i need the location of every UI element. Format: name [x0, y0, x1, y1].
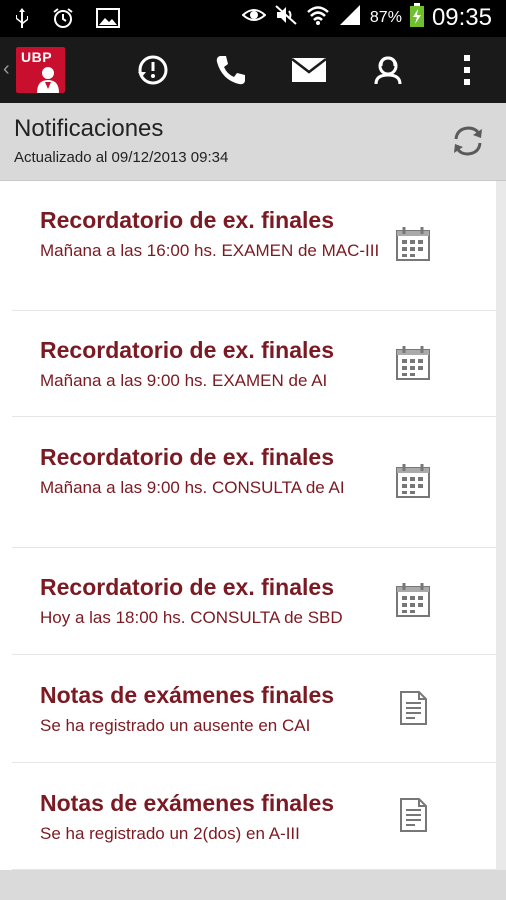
status-bar: 87% 09:35	[0, 0, 506, 37]
back-chevron-icon[interactable]: ‹	[3, 58, 10, 81]
list-item[interactable]: Notas de exámenes finales Se ha registra…	[12, 763, 496, 870]
app-logo[interactable]: UBP	[16, 47, 65, 93]
calendar-icon	[395, 345, 431, 381]
action-bar: ‹ UBP	[0, 37, 506, 103]
mute-icon	[274, 4, 298, 31]
list-item[interactable]: Notas de exámenes finales Se ha registra…	[12, 655, 496, 763]
eye-icon	[241, 5, 267, 30]
notifications-header: Notificaciones Actualizado al 09/12/2013…	[0, 103, 506, 181]
notifications-history-icon[interactable]	[134, 51, 172, 89]
notification-title: Recordatorio de ex. finales	[40, 337, 334, 363]
notification-body: Mañana a las 9:00 hs. EXAMEN de AI	[40, 371, 328, 390]
list-item[interactable]: Recordatorio de ex. finales Mañana a las…	[12, 181, 496, 311]
battery-percent: 87%	[369, 8, 402, 26]
notification-body: Hoy a las 18:00 hs. CONSULTA de SBD	[40, 608, 343, 627]
clock: 09:35	[431, 3, 492, 31]
notifications-list: Recordatorio de ex. finales Mañana a las…	[0, 181, 496, 870]
list-item[interactable]: Recordatorio de ex. finales Mañana a las…	[12, 311, 496, 417]
signal-icon	[338, 4, 362, 31]
usb-icon	[14, 7, 30, 34]
list-footer-area	[0, 870, 506, 900]
notification-body: Mañana a las 16:00 hs. EXAMEN de MAC-III	[40, 241, 380, 260]
notification-body: Mañana a las 9:00 hs. CONSULTA de AI	[40, 478, 345, 497]
calendar-icon	[395, 226, 431, 262]
document-icon	[395, 797, 431, 833]
student-logo-icon	[37, 67, 59, 93]
notification-title: Notas de exámenes finales	[40, 682, 335, 708]
mail-icon[interactable]	[290, 51, 328, 89]
notification-title: Recordatorio de ex. finales	[40, 444, 334, 470]
calendar-icon	[395, 463, 431, 499]
list-item[interactable]: Recordatorio de ex. finales Mañana a las…	[12, 417, 496, 548]
notification-title: Notas de exámenes finales	[40, 790, 335, 816]
battery-charging-icon	[409, 3, 424, 32]
calendar-icon	[395, 582, 431, 618]
contact-icon[interactable]	[369, 51, 407, 89]
alarm-icon	[52, 7, 74, 34]
document-icon	[395, 690, 431, 726]
logo-text: UBP	[21, 49, 53, 65]
list-scroll-edge	[496, 181, 506, 870]
notification-title: Recordatorio de ex. finales	[40, 574, 334, 600]
page-title: Notificaciones	[14, 115, 164, 142]
image-icon	[96, 7, 120, 34]
wifi-icon	[306, 4, 330, 31]
last-updated-text: Actualizado al 09/12/2013 09:34	[14, 149, 229, 166]
notification-body: Se ha registrado un 2(dos) en A-III	[40, 824, 300, 843]
notification-title: Recordatorio de ex. finales	[40, 207, 334, 233]
refresh-icon[interactable]	[450, 123, 486, 159]
overflow-menu-icon[interactable]	[448, 51, 486, 89]
notification-body: Se ha registrado un ausente en CAI	[40, 716, 311, 735]
phone-icon[interactable]	[212, 51, 250, 89]
list-item[interactable]: Recordatorio de ex. finales Hoy a las 18…	[12, 548, 496, 655]
